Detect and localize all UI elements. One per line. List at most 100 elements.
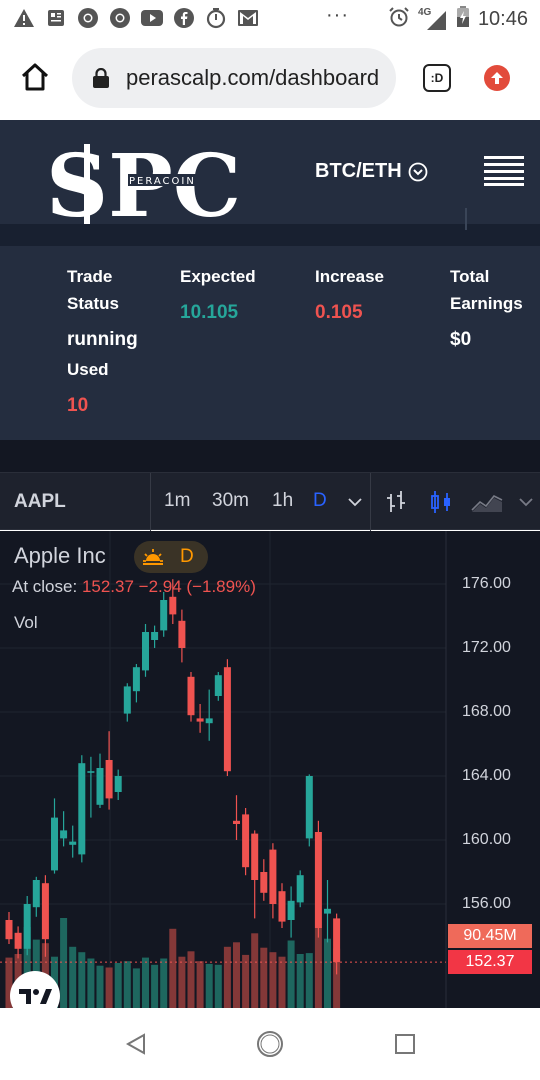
news-icon <box>44 6 68 30</box>
expected-value: 10.105 <box>180 302 239 323</box>
volume-bar <box>260 947 268 1008</box>
interval-1h[interactable]: 1h <box>272 490 293 512</box>
hamburger-icon <box>484 156 524 186</box>
android-nav-bar <box>0 1008 540 1080</box>
symbol-search[interactable]: AAPL <box>14 491 66 513</box>
candle-body <box>233 820 240 824</box>
used-label: Used <box>67 360 109 379</box>
home-icon <box>21 63 49 91</box>
volume-bar <box>324 938 331 1008</box>
total-earnings-label-line1: Total <box>450 267 490 286</box>
chevron-down-icon <box>348 498 362 507</box>
legend-close-row: At close: 152.37 −2.94 (−1.89%) <box>12 577 256 597</box>
candle-body <box>196 718 204 722</box>
update-button[interactable] <box>484 65 510 91</box>
chrome-icon <box>108 6 132 30</box>
extension-button[interactable]: :D <box>423 64 451 92</box>
warning-icon <box>12 6 36 30</box>
address-bar[interactable]: perascalp.com/dashboard <box>72 48 396 108</box>
pair-selector[interactable]: BTC/ETH <box>315 160 428 183</box>
interval-30m[interactable]: 30m <box>212 490 249 512</box>
clock: 10:46 <box>477 8 528 30</box>
more-notifications: ··· <box>326 4 349 26</box>
home-circle-icon <box>257 1031 283 1057</box>
chevron-down-icon <box>519 498 533 507</box>
trade-status-label: Trade Status <box>67 263 119 317</box>
chart-toolbar: AAPL 1m 30m 1h D <box>0 472 540 531</box>
divider <box>465 208 467 230</box>
candle-body <box>287 900 295 920</box>
candle-body <box>51 817 58 871</box>
candles-icon <box>431 491 450 513</box>
home-nav-button[interactable] <box>256 1030 284 1058</box>
peracoin-logo[interactable]: SPC PERACOIN <box>44 136 288 237</box>
candle-body <box>32 880 40 908</box>
system-status: 4G 10:46 <box>388 6 528 33</box>
price-axis-label: 168.00 <box>462 703 511 720</box>
volume-bar <box>132 968 140 1008</box>
url-text: perascalp.com/dashboard <box>126 65 380 90</box>
legend-change-value: −2.94 (−1.89%) <box>138 577 256 596</box>
candle-body <box>205 718 213 724</box>
chart-type-dropdown[interactable] <box>512 488 540 516</box>
lock-icon <box>93 68 109 88</box>
header-spacer <box>0 224 540 246</box>
volume-bar <box>278 956 286 1008</box>
toolbar-separator <box>370 473 371 531</box>
logo-subtext: PERACOIN <box>129 176 196 187</box>
candle-body <box>105 760 113 799</box>
candle-body <box>78 763 86 855</box>
area-chart-icon <box>471 494 503 512</box>
volume-bar <box>114 963 122 1008</box>
increase-value: 0.105 <box>315 302 363 323</box>
trade-status-label-line2: Status <box>67 294 119 313</box>
candle-body <box>123 686 131 714</box>
area-style-button[interactable] <box>470 488 506 516</box>
legend-symbol-title: Apple Inc <box>14 543 106 568</box>
candle-body <box>260 872 268 893</box>
toolbar-separator <box>150 473 151 531</box>
browser-toolbar: perascalp.com/dashboard :D <box>0 36 540 120</box>
candle-body <box>14 932 22 949</box>
menu-button[interactable] <box>484 156 524 186</box>
price-axis-label: 164.00 <box>462 767 511 784</box>
bars-style-button[interactable] <box>383 488 411 516</box>
market-status-badge[interactable]: D <box>134 541 208 573</box>
candle-body <box>305 776 313 839</box>
volume-bar <box>214 964 222 1008</box>
intervals-dropdown[interactable] <box>341 488 369 516</box>
total-earnings-value: $0 <box>450 329 472 350</box>
tradingview-icon <box>19 989 52 1004</box>
candles-style-button[interactable] <box>427 488 455 516</box>
candle-body <box>5 920 13 940</box>
timer-icon <box>204 6 228 30</box>
candle-body <box>142 632 149 671</box>
volume-bar <box>160 958 168 1008</box>
legend-close-value: 152.37 <box>81 577 134 596</box>
gmail-icon <box>236 6 260 30</box>
price-chart[interactable]: Apple Inc D At close: 152.37 −2.94 (−1.8… <box>0 531 540 1008</box>
trade-status-value: running <box>67 329 138 350</box>
candle-body <box>223 667 231 772</box>
volume-bar <box>205 963 213 1008</box>
volume-bar <box>142 957 149 1008</box>
trade-stats-panel: Trade Status running Used 10 Expected 10… <box>0 246 540 440</box>
interval-d[interactable]: D <box>313 490 327 512</box>
price-axis-label: 160.00 <box>462 831 511 848</box>
back-button[interactable] <box>124 1032 148 1056</box>
candle-body <box>278 891 286 922</box>
home-button[interactable] <box>18 60 54 96</box>
interval-1m[interactable]: 1m <box>164 490 190 512</box>
price-axis-label: 156.00 <box>462 895 511 912</box>
candle-body <box>132 667 140 692</box>
increase-label: Increase <box>315 267 384 286</box>
candle-body <box>178 620 186 648</box>
recents-button[interactable] <box>394 1033 416 1055</box>
trade-status-label-line1: Trade <box>67 267 113 286</box>
candle-body <box>296 875 304 903</box>
candle-body <box>214 675 222 696</box>
volume-bar <box>251 933 259 1008</box>
youtube-icon <box>140 6 164 30</box>
alarm-icon <box>388 6 410 33</box>
volume-bar <box>305 953 313 1008</box>
